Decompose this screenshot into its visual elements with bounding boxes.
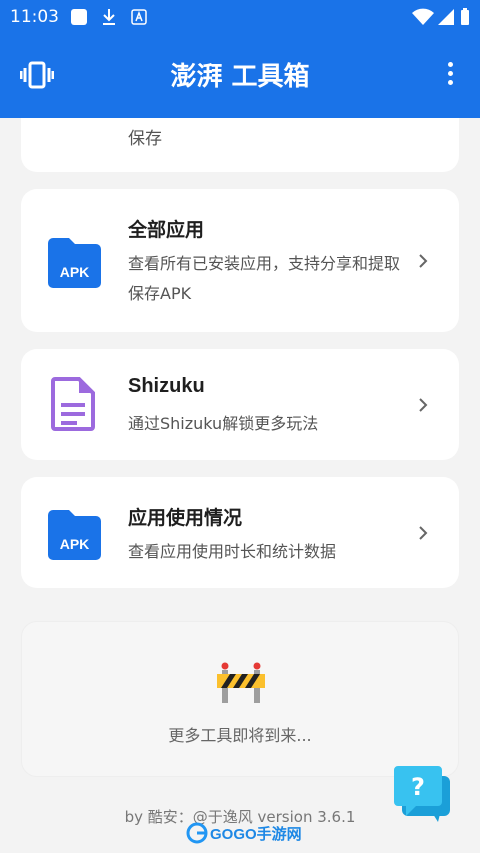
gogo-logo-icon [186, 822, 208, 844]
apk-folder-icon: APK [46, 509, 103, 561]
tool-card-shizuku[interactable]: Shizuku 通过Shizuku解锁更多玩法 [21, 349, 459, 460]
document-icon [51, 377, 97, 431]
partial-card-text: 保存 [128, 129, 162, 149]
construction-barrier-icon [216, 662, 266, 704]
status-bar: 11:03 [0, 0, 480, 34]
chevron-right-icon [419, 526, 428, 540]
tool-title: 全部应用 [128, 219, 205, 241]
watermark-text: GOGO手游网 [210, 825, 302, 843]
help-button[interactable]: ? [392, 766, 452, 824]
battery-icon [460, 8, 470, 30]
a-icon [131, 8, 147, 30]
partial-tool-card[interactable]: 保存 [21, 118, 459, 172]
apk-folder-icon: APK [46, 237, 103, 289]
tool-title: Shizuku [128, 375, 205, 397]
signal-icon [437, 8, 455, 30]
svg-text:?: ? [411, 773, 425, 801]
tool-title: 应用使用情况 [128, 507, 243, 529]
tool-card-app-usage[interactable]: APK 应用使用情况 查看应用使用时长和统计数据 [21, 477, 459, 588]
app-square-icon [70, 8, 88, 30]
chevron-right-icon [419, 398, 428, 412]
wifi-icon [411, 8, 435, 30]
chevron-right-icon [419, 254, 428, 268]
coming-soon-card: 更多工具即将到来... [21, 621, 459, 777]
status-time: 11:03 [10, 7, 59, 27]
app-bar: 澎湃 工具箱 [0, 34, 480, 118]
coming-soon-text: 更多工具即将到来... [168, 726, 312, 745]
app-title: 澎湃 工具箱 [170, 62, 310, 92]
tool-description: 查看应用使用时长和统计数据 [128, 542, 337, 561]
download-icon [101, 8, 117, 30]
watermark-logo: GOGO手游网 [186, 822, 302, 844]
tool-description: 通过Shizuku解锁更多玩法 [128, 414, 319, 433]
tool-card-all-apps[interactable]: APK 全部应用 查看所有已安装应用，支持分享和提取保存APK [21, 189, 459, 332]
tool-description: 查看所有已安装应用，支持分享和提取保存APK [128, 254, 401, 303]
more-vert-icon[interactable] [446, 62, 454, 90]
